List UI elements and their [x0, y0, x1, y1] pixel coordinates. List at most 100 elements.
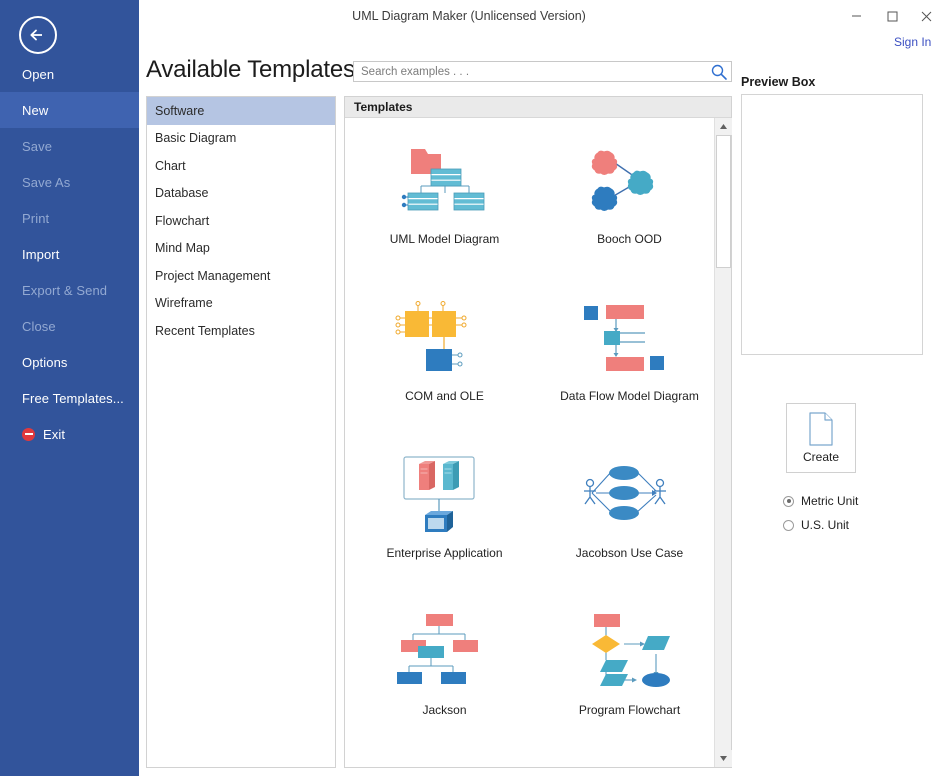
create-button-label: Create — [802, 450, 840, 464]
category-label: Basic Diagram — [155, 131, 237, 146]
sidebar-item-print[interactable]: Print — [0, 200, 139, 236]
search-icon[interactable] — [710, 63, 728, 81]
template-label: Program Flowchart — [578, 703, 681, 717]
close-button[interactable] — [913, 4, 939, 26]
radio-label: U.S. Unit — [801, 518, 850, 532]
template-row: UML Model Diagram Booch OOD — [345, 118, 715, 247]
templates-header: Templates — [345, 97, 731, 118]
category-label: Chart — [155, 158, 186, 173]
sidebar-item-label: Free Templates... — [22, 390, 124, 406]
sidebar-item-save-as[interactable]: Save As — [0, 164, 139, 200]
template-row: Enterprise Application Jacobson Use Case — [345, 432, 715, 561]
sidebar-item-new[interactable]: New — [0, 92, 139, 128]
template-item-jacobson-use-case[interactable]: Jacobson Use Case — [544, 432, 715, 561]
booch-ood-thumb — [574, 134, 686, 226]
maximize-button[interactable] — [879, 4, 905, 26]
radio-label: Metric Unit — [801, 494, 859, 508]
category-label: Recent Templates — [155, 323, 255, 338]
scroll-up-icon — [720, 124, 727, 129]
page-title: Available Templates — [146, 56, 355, 83]
template-row: COM and OLE Data Flow Model Diagram — [345, 275, 715, 404]
template-label: Enterprise Application — [386, 546, 503, 560]
category-item-flowchart[interactable]: Flowchart — [147, 207, 335, 235]
sidebar-item-label: Options — [22, 354, 68, 370]
minimize-button[interactable] — [843, 4, 869, 26]
category-item-wireframe[interactable]: Wireframe — [147, 290, 335, 318]
template-item-data-flow-model-diagram[interactable]: Data Flow Model Diagram — [544, 275, 715, 404]
create-button[interactable]: Create — [786, 403, 856, 473]
jacobson-use-case-thumb — [574, 448, 686, 540]
templates-panel: Templates UML Model Diagram Booch OOD CO… — [344, 96, 732, 768]
sidebar-item-import[interactable]: Import — [0, 236, 139, 272]
category-item-database[interactable]: Database — [147, 180, 335, 208]
sidebar-item-label: Export & Send — [22, 282, 108, 298]
uml-model-diagram-thumb — [389, 134, 501, 226]
com-and-ole-thumb — [389, 291, 501, 383]
sidebar-item-label: Open — [22, 66, 55, 82]
program-flowchart-thumb — [574, 605, 686, 697]
left-navigation-sidebar: Open New Save Save As Print Import Expor… — [0, 0, 139, 776]
category-label: Project Management — [155, 268, 271, 283]
preview-box-label: Preview Box — [741, 75, 816, 89]
search-box[interactable] — [353, 61, 732, 82]
maximize-icon — [887, 11, 897, 22]
sidebar-item-label: Import — [22, 246, 60, 262]
minimize-icon — [851, 15, 861, 17]
sidebar-item-label: Print — [22, 210, 50, 226]
radio-selected-icon — [783, 495, 794, 507]
category-label: Mind Map — [155, 241, 210, 256]
template-label: Jacobson Use Case — [575, 546, 684, 560]
radio-unselected-icon — [783, 519, 794, 531]
template-item-program-flowchart[interactable]: Program Flowchart — [544, 589, 715, 718]
sign-in-link[interactable]: Sign In — [894, 35, 931, 49]
category-label: Wireframe — [155, 296, 213, 311]
category-item-basic-diagram[interactable]: Basic Diagram — [147, 125, 335, 153]
sidebar-item-label: Save — [22, 138, 53, 154]
sidebar-item-options[interactable]: Options — [0, 344, 139, 380]
exit-icon — [22, 427, 35, 441]
category-item-mind-map[interactable]: Mind Map — [147, 235, 335, 263]
sidebar-item-close[interactable]: Close — [0, 308, 139, 344]
radio-metric-unit[interactable]: Metric Unit — [783, 494, 858, 508]
category-item-project-management[interactable]: Project Management — [147, 262, 335, 290]
sidebar-item-open[interactable]: Open — [0, 56, 139, 92]
sidebar-item-label: Close — [22, 318, 56, 334]
window-title: UML Diagram Maker (Unlicensed Version) — [352, 9, 586, 23]
sidebar-item-label: Save As — [22, 174, 71, 190]
category-label: Flowchart — [155, 213, 210, 228]
search-input[interactable] — [359, 62, 699, 81]
sidebar-item-label: Exit — [43, 426, 66, 442]
category-item-chart[interactable]: Chart — [147, 152, 335, 180]
sidebar-item-exit[interactable]: Exit — [0, 416, 139, 452]
sidebar-item-save[interactable]: Save — [0, 128, 139, 164]
scroll-down-button[interactable] — [715, 750, 732, 767]
template-label: Booch OOD — [597, 232, 662, 246]
template-label: COM and OLE — [405, 389, 484, 403]
sidebar-item-export-and-send[interactable]: Export & Send — [0, 272, 139, 308]
category-item-software[interactable]: Software — [147, 97, 335, 125]
sidebar-item-free-templates[interactable]: Free Templates... — [0, 380, 139, 416]
template-item-uml-model-diagram[interactable]: UML Model Diagram — [359, 118, 530, 247]
template-label: Data Flow Model Diagram — [560, 389, 699, 403]
scroll-down-icon — [720, 756, 727, 761]
template-item-jackson[interactable]: Jackson — [359, 589, 530, 718]
templates-scrollbar[interactable] — [714, 118, 732, 767]
category-list: Software Basic Diagram Chart Database Fl… — [146, 96, 336, 768]
template-row: Jackson Program Flowchart — [345, 589, 715, 718]
back-arrow-icon — [30, 29, 42, 41]
category-item-recent-templates[interactable]: Recent Templates — [147, 317, 335, 345]
jackson-thumb — [389, 605, 501, 697]
new-document-icon — [809, 412, 833, 446]
scrollbar-thumb[interactable] — [716, 135, 731, 268]
back-button[interactable] — [19, 16, 57, 54]
scroll-up-button[interactable] — [715, 118, 732, 135]
category-label: Database — [155, 186, 209, 201]
title-bar: UML Diagram Maker (Unlicensed Version) S… — [139, 0, 940, 49]
category-label: Software — [155, 103, 205, 118]
template-label: UML Model Diagram — [389, 232, 500, 246]
template-item-booch-ood[interactable]: Booch OOD — [544, 118, 715, 247]
template-item-enterprise-application[interactable]: Enterprise Application — [359, 432, 530, 561]
template-item-com-and-ole[interactable]: COM and OLE — [359, 275, 530, 404]
preview-box — [741, 94, 923, 355]
radio-us-unit[interactable]: U.S. Unit — [783, 518, 849, 532]
